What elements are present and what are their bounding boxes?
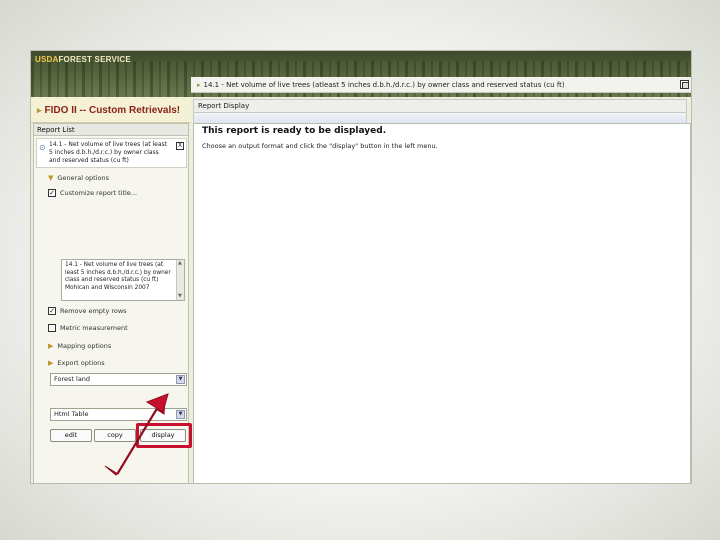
application-window: USDAFOREST SERVICE ▸ 14.1 - Net volume of… [30, 50, 692, 484]
report-display-strip [193, 113, 687, 123]
report-ready-instructions: Choose an output format and click the "d… [202, 142, 438, 150]
customize-title-checkbox[interactable]: ✓ [48, 189, 56, 197]
report-display-panel: This report is ready to be displayed. Ch… [193, 123, 691, 483]
report-ready-title: This report is ready to be displayed. [202, 126, 387, 136]
land-type-select[interactable]: Forest land ▼ [50, 373, 187, 386]
remove-empty-rows-checkbox[interactable]: ✓ [48, 307, 56, 315]
report-title-text: 14.1 - Net volume of live trees (atleast… [203, 81, 565, 89]
edit-button[interactable]: edit [50, 429, 92, 442]
metric-measurement-checkbox[interactable] [48, 324, 56, 332]
close-icon[interactable]: X [176, 142, 184, 150]
report-display-tab: Report Display [193, 99, 687, 113]
remove-empty-rows-option[interactable]: ✓ Remove empty rows [48, 305, 127, 317]
collapse-icon[interactable]: ⊙ [39, 143, 46, 152]
title-arrow-icon: ▸ [197, 81, 201, 89]
app-arrow-icon: ▸ [37, 105, 42, 115]
maximize-icon[interactable] [680, 80, 689, 89]
app-title: FIDO II -- Custom Retrievals! [44, 105, 181, 116]
triangle-right-icon: ▶ [48, 342, 54, 350]
report-list-header: Report List [34, 124, 188, 136]
display-button-highlight [136, 423, 192, 448]
triangle-right-icon: ▶ [48, 359, 54, 367]
mapping-options-toggle[interactable]: ▶ Mapping options [48, 340, 111, 352]
customize-title-option[interactable]: ✓ Customize report title... [48, 187, 137, 199]
app-header: ▸ FIDO II -- Custom Retrievals! [31, 97, 191, 123]
chevron-down-icon[interactable]: ▼ [176, 410, 185, 419]
output-format-select[interactable]: Html Table ▼ [50, 408, 187, 421]
report-item-title: 14.1 - Net volume of live trees (at leas… [49, 141, 167, 164]
metric-measurement-option[interactable]: Metric measurement [48, 322, 128, 334]
textarea-scrollbar[interactable] [176, 260, 184, 300]
export-options-toggle[interactable]: ▶ Export options [48, 357, 105, 369]
report-title-textarea[interactable]: 14.1 - Net volume of live trees (at leas… [61, 259, 185, 301]
chevron-down-icon[interactable]: ▼ [176, 375, 185, 384]
report-title-bar: ▸ 14.1 - Net volume of live trees (atleas… [191, 77, 691, 93]
usda-forest-service-logo: USDAFOREST SERVICE [35, 55, 131, 64]
report-list-panel: Report List ⊙ 14.1 - Net volume of live … [33, 123, 192, 483]
general-options-toggle[interactable]: ▼ General options [48, 172, 109, 184]
triangle-down-icon: ▼ [48, 174, 54, 182]
copy-button[interactable]: copy [94, 429, 136, 442]
report-list-item[interactable]: ⊙ 14.1 - Net volume of live trees (at le… [36, 138, 187, 168]
